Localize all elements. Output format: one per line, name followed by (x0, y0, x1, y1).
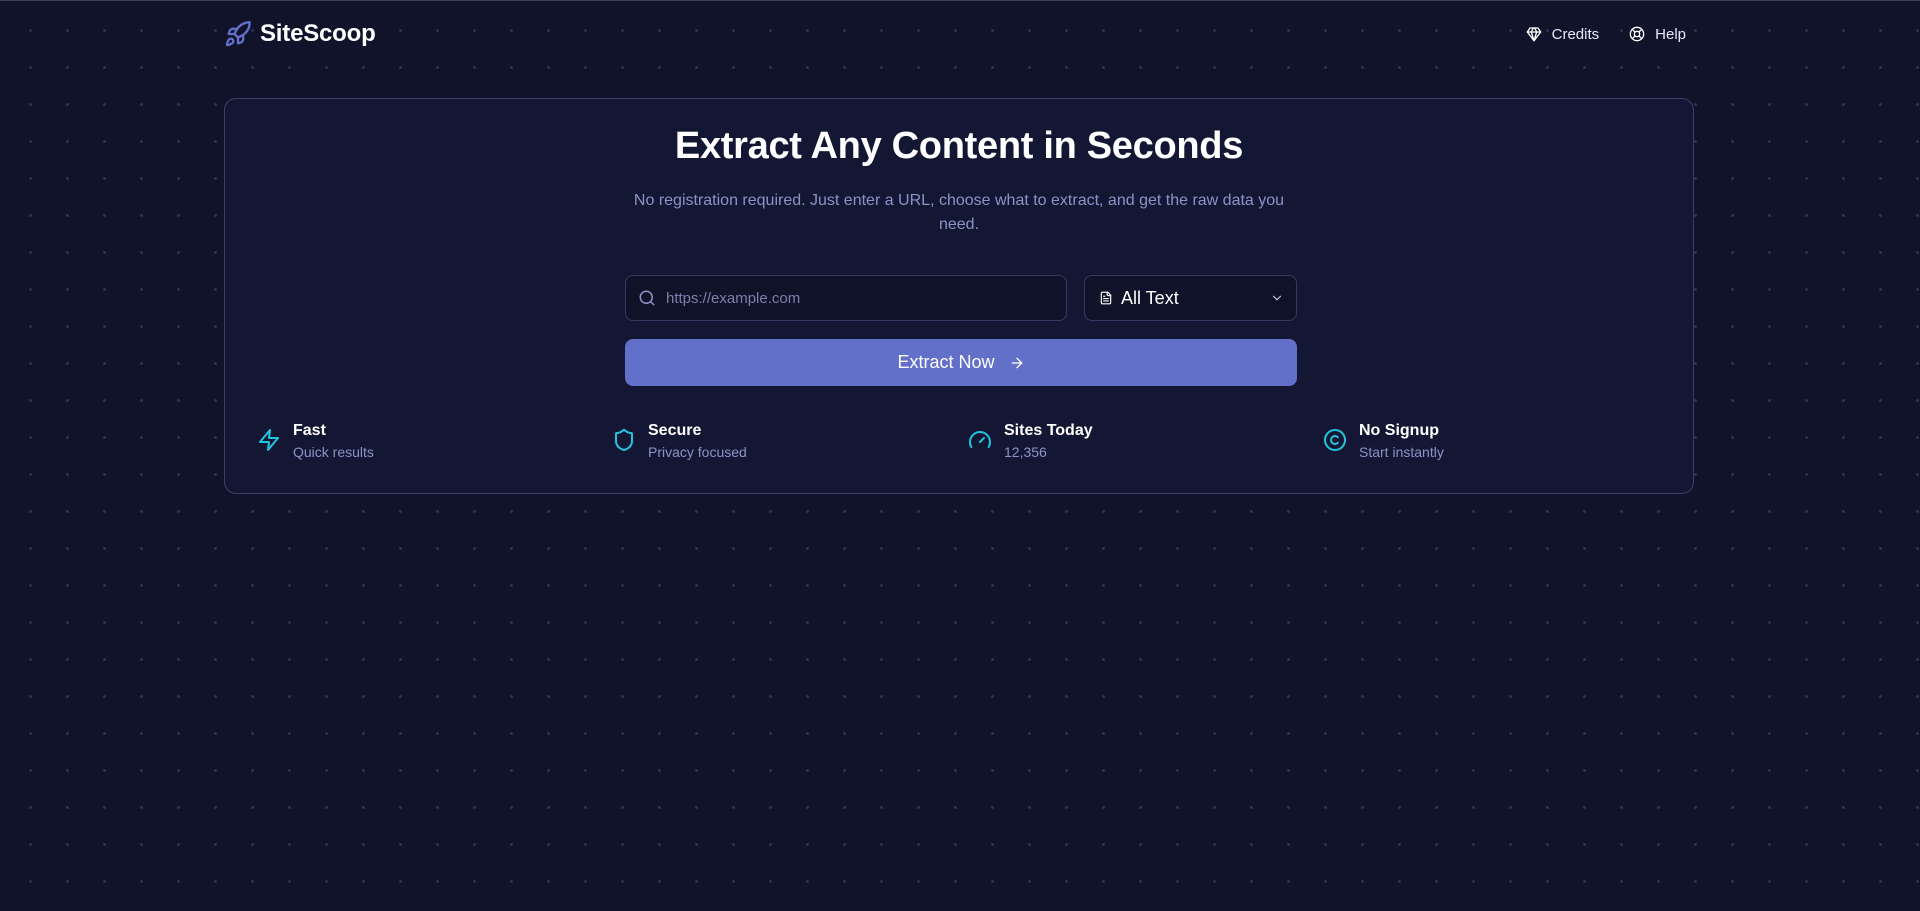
feature-title: Fast (293, 422, 326, 439)
top-nav: Credits Help (1526, 26, 1686, 43)
credits-link[interactable]: Credits (1526, 25, 1600, 43)
top-bar: SiteScoop Credits Help (224, 1, 1696, 67)
feature-subtitle: Privacy focused (648, 444, 747, 460)
extract-type-value: All Text (1121, 287, 1179, 308)
page-title: Extract Any Content in Seconds (674, 125, 1244, 167)
feature-no-signup: No Signup Start instantly (1323, 421, 1444, 463)
url-field[interactable] (625, 275, 1067, 321)
feature-subtitle: Start instantly (1359, 444, 1444, 460)
gauge-icon (968, 428, 992, 452)
page-subtitle: No registration required. Just enter a U… (633, 192, 1285, 233)
credits-label: Credits (1551, 25, 1600, 43)
feature-list: Fast Quick results Secure Privacy focuse… (257, 421, 1677, 467)
feature-sites-today: Sites Today 12,356 (968, 421, 1093, 463)
feature-fast: Fast Quick results (257, 421, 374, 463)
lightning-icon (257, 428, 281, 452)
extract-now-button[interactable]: Extract Now (625, 339, 1297, 386)
extract-type-select[interactable]: All Text (1084, 275, 1297, 321)
shield-icon (612, 428, 636, 452)
feature-subtitle: Quick results (293, 444, 374, 460)
lifebuoy-icon (1629, 26, 1645, 42)
url-input[interactable] (666, 276, 1066, 320)
rocket-icon (224, 20, 252, 48)
gem-icon (1526, 26, 1542, 42)
file-text-icon (1099, 290, 1113, 306)
copyright-icon (1323, 428, 1347, 452)
extract-now-label: Extract Now (897, 352, 995, 372)
help-link[interactable]: Help (1629, 26, 1686, 43)
feature-title: Sites Today (1004, 422, 1093, 439)
brand-name: SiteScoop (260, 20, 376, 47)
arrow-right-icon (1009, 355, 1025, 371)
chevron-down-icon (1270, 291, 1284, 305)
search-icon (638, 289, 656, 307)
feature-title: No Signup (1359, 422, 1439, 439)
sites-today-count: 12,356 (1004, 444, 1047, 460)
brand-logo-link[interactable]: SiteScoop (224, 20, 376, 48)
help-label: Help (1655, 25, 1686, 43)
feature-secure: Secure Privacy focused (612, 421, 747, 463)
extract-card: Extract Any Content in Seconds No regist… (224, 98, 1694, 494)
feature-title: Secure (648, 422, 702, 439)
